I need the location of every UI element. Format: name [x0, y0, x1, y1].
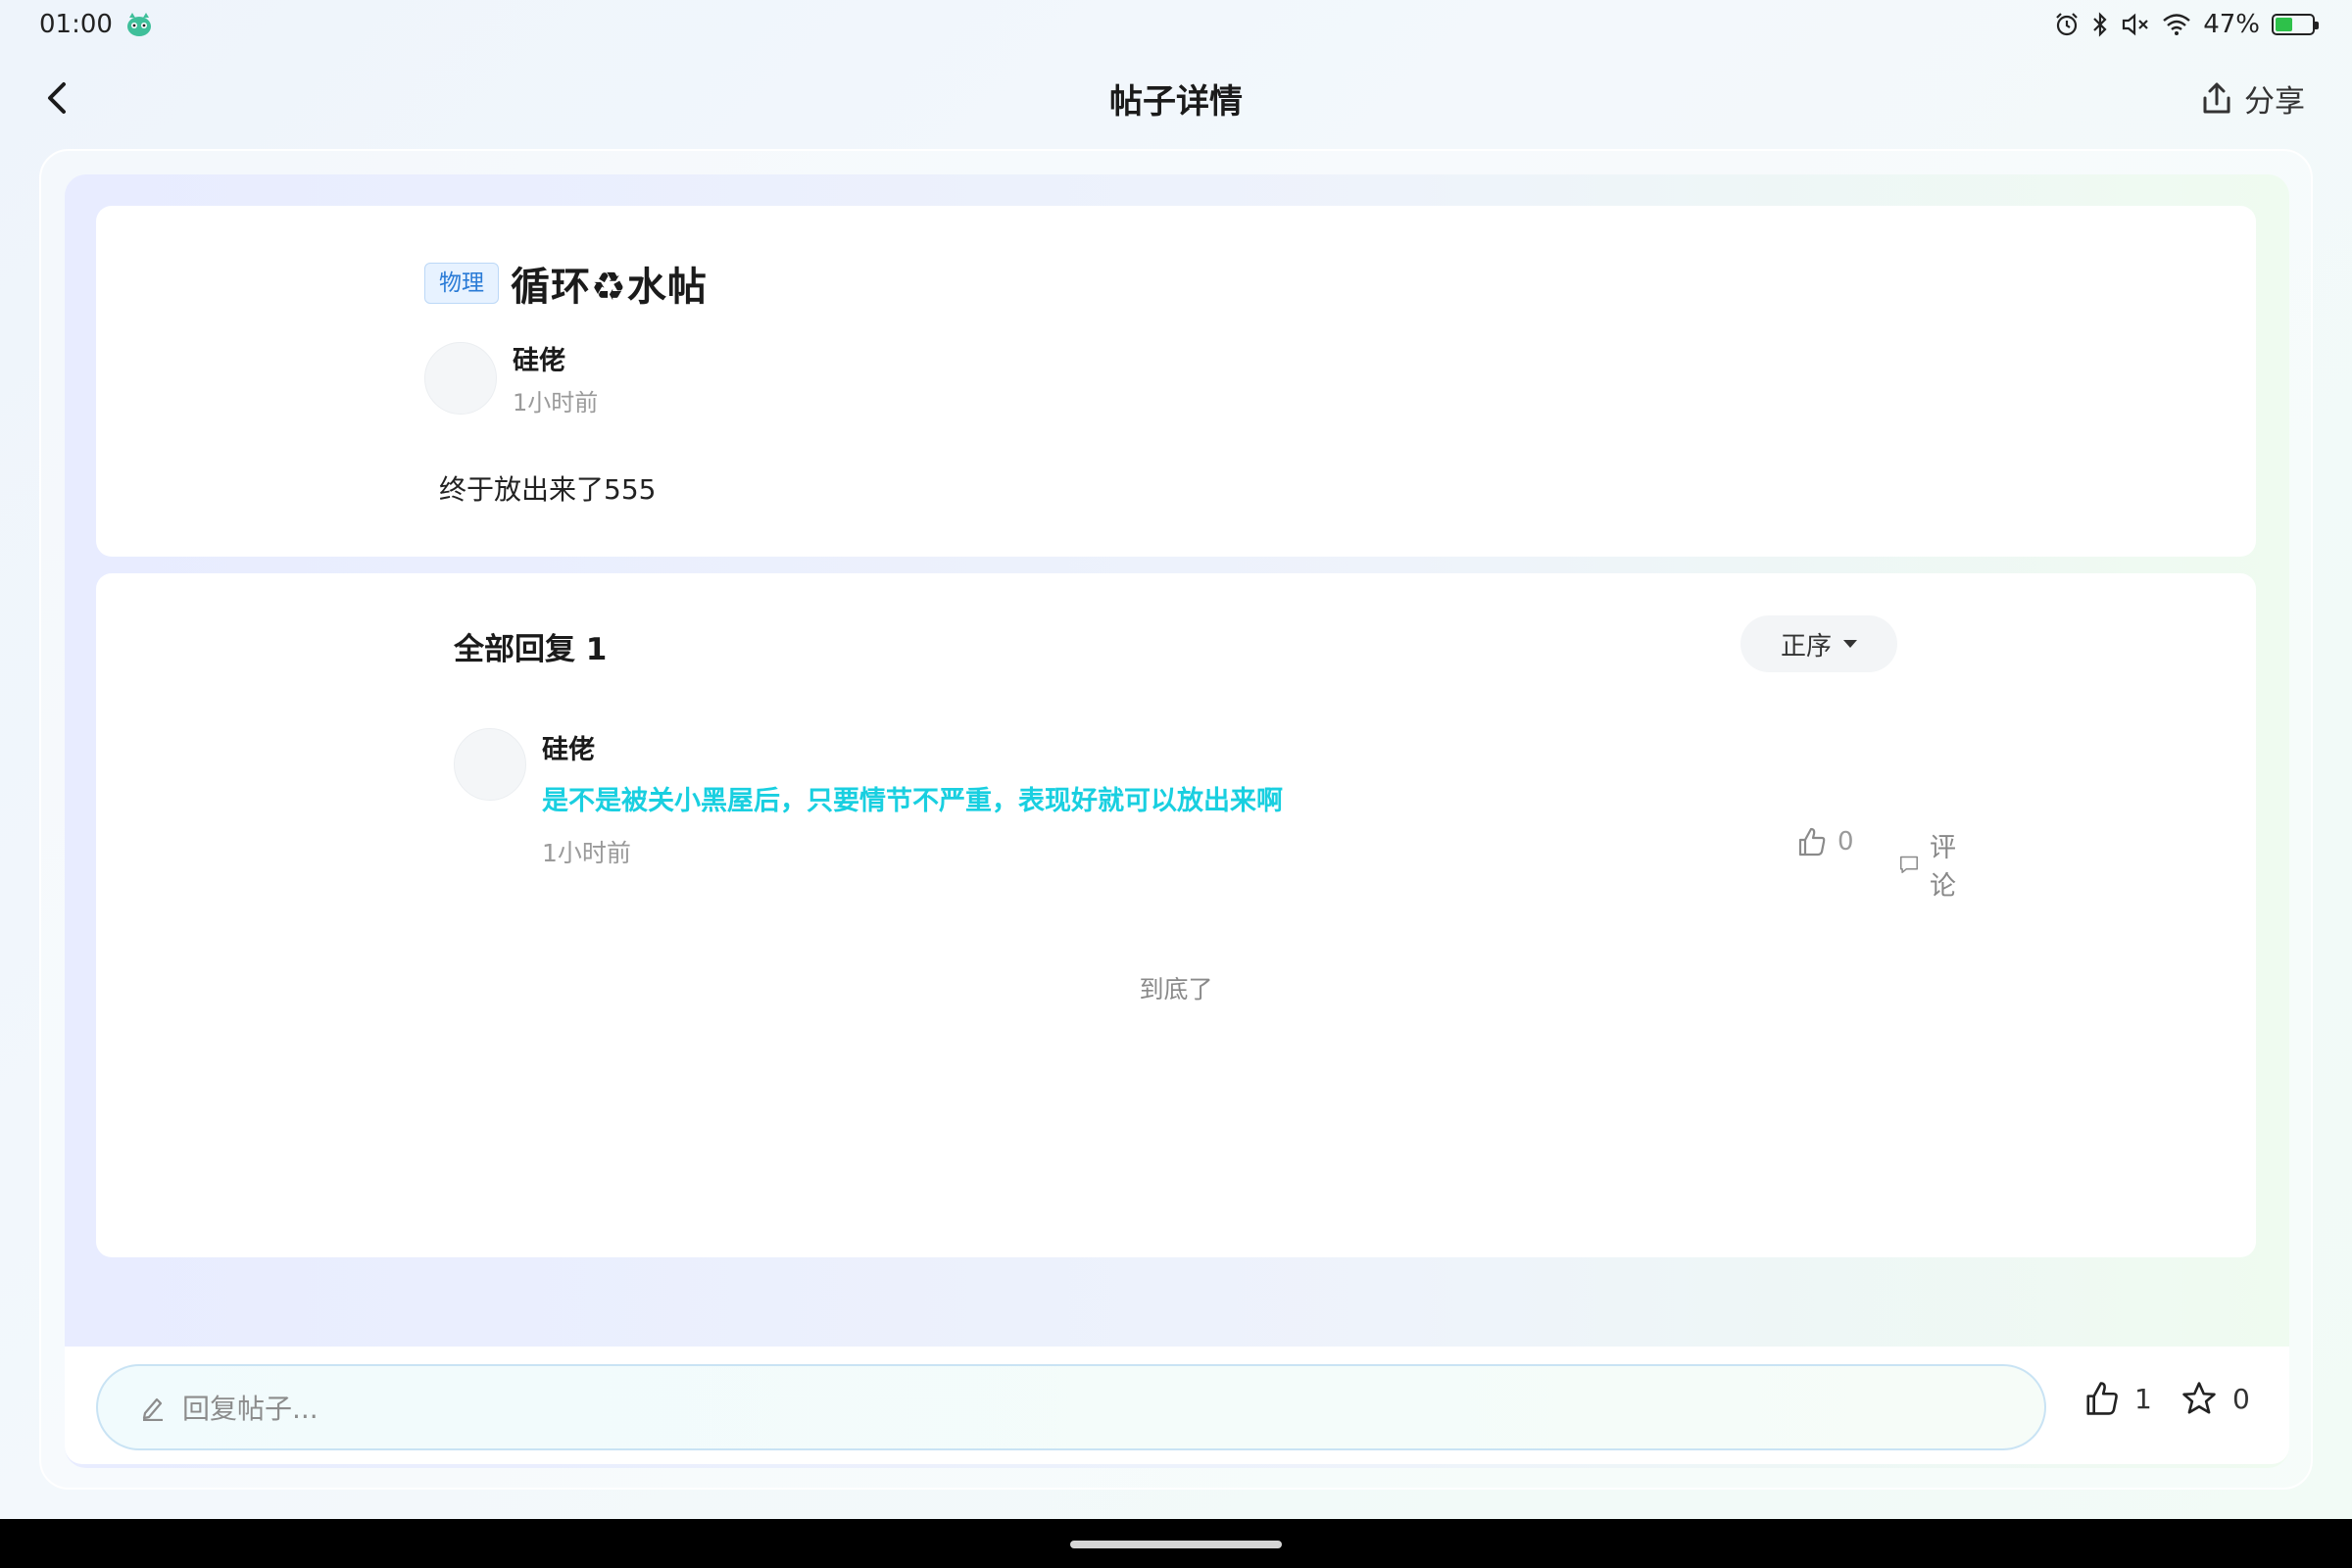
- comment-text: 是不是被关小黑屋后，只要情节不严重，表现好就可以放出来啊: [542, 786, 1283, 816]
- post-like-count: 1: [2134, 1382, 2152, 1415]
- share-icon: [2203, 82, 2230, 114]
- avatar[interactable]: [424, 342, 497, 415]
- share-label: 分享: [2244, 83, 2305, 120]
- mute-icon: [2123, 13, 2148, 36]
- comment-like-count: 0: [1838, 827, 1854, 857]
- battery-icon: [2272, 14, 2319, 35]
- avatar[interactable]: [454, 728, 526, 801]
- post-time: 1小时前: [513, 389, 599, 416]
- comment-time: 1小时前: [542, 839, 631, 867]
- favorite-count: 0: [2232, 1382, 2250, 1415]
- reply-placeholder: 回复帖子...: [182, 1393, 318, 1425]
- comment-item: 硅佬 是不是被关小黑屋后，只要情节不严重，表现好就可以放出来啊 1小时前 0 评…: [454, 728, 1956, 902]
- post-header: 物理 循环♻水帖: [424, 255, 708, 312]
- wifi-icon: [2163, 14, 2190, 35]
- replies-title: 全部回复 1: [454, 632, 608, 667]
- nav-bar: 帖子详情 分享: [0, 59, 2352, 137]
- post-title: 循环♻水帖: [511, 265, 708, 310]
- post-body: 终于放出来了555: [439, 473, 657, 506]
- page-title: 帖子详情: [1109, 81, 1243, 122]
- chevron-left-icon: [48, 82, 66, 114]
- comment-author[interactable]: 硅佬: [542, 728, 595, 766]
- caret-down-icon: [1843, 640, 1857, 648]
- system-navigation-bar: [0, 1519, 2352, 1568]
- thumbs-up-icon: [1798, 827, 1826, 857]
- end-of-list-text: 到底了: [1139, 975, 1213, 1004]
- replies-card: 全部回复 1 正序 硅佬 是不是被关小黑屋后，只要情节不严重，表现好就可以放出来…: [96, 573, 2256, 1257]
- favorite-button[interactable]: 0: [2180, 1380, 2250, 1417]
- post-author-row: 硅佬 1小时前: [424, 339, 598, 417]
- status-bar: 01:00 47%: [0, 0, 2352, 49]
- post-card: 物理 循环♻水帖 硅佬 1小时前 终于放出来了555: [96, 206, 2256, 557]
- battery-fill: [2276, 18, 2292, 31]
- status-right: 47%: [2054, 10, 2319, 39]
- bottom-action-bar: 回复帖子... 1 0: [65, 1347, 2289, 1464]
- mascot-icon: [126, 13, 151, 36]
- sort-label: 正序: [1780, 631, 1832, 662]
- comment-icon: [1899, 856, 1918, 873]
- author-name[interactable]: 硅佬: [513, 339, 598, 377]
- home-indicator[interactable]: [1070, 1541, 1282, 1548]
- comment-reply-label: 评论: [1929, 833, 1956, 902]
- status-left: 01:00: [39, 10, 154, 39]
- status-time: 01:00: [39, 10, 113, 39]
- bluetooth-icon: [2093, 12, 2107, 37]
- battery-percent: 47%: [2203, 10, 2260, 39]
- pencil-icon: [142, 1397, 163, 1421]
- reply-input[interactable]: 回复帖子...: [96, 1364, 2046, 1450]
- back-button[interactable]: [35, 76, 78, 120]
- thumbs-up-icon: [2086, 1382, 2118, 1415]
- post-like-button[interactable]: 1: [2083, 1380, 2152, 1417]
- alarm-icon: [2056, 13, 2078, 36]
- comment-like-button[interactable]: 0: [1796, 826, 1854, 858]
- subject-tag[interactable]: 物理: [424, 263, 499, 304]
- star-icon: [2182, 1382, 2216, 1414]
- author-info: 硅佬 1小时前: [513, 339, 598, 417]
- sort-button[interactable]: 正序: [1740, 615, 1897, 672]
- comment-reply-button[interactable]: 评论: [1898, 826, 1966, 903]
- share-button[interactable]: 分享: [2201, 76, 2305, 120]
